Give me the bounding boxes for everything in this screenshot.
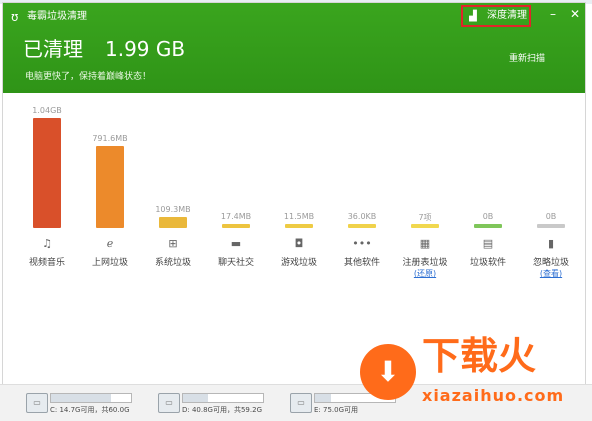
watermark-title: 下载火: [422, 334, 537, 378]
category-bar: [96, 146, 124, 228]
category-name: 游戏垃圾: [280, 258, 317, 268]
drive-info: C: 14.7G可用，共60.0G: [50, 406, 130, 414]
minimize-button[interactable]: –: [550, 7, 556, 21]
category-2[interactable]: 791.6MB ℯ 上网垃圾: [76, 93, 140, 283]
status-subtitle: 电脑更快了，保持着巅峰状态！: [25, 72, 152, 82]
music-icon: ♫: [42, 237, 52, 250]
gamepad-icon: ◘: [294, 237, 304, 250]
category-bar: [285, 224, 313, 228]
drive-usage-fill: [51, 394, 112, 402]
drive-usage-bar: [50, 393, 132, 403]
category-bar: [537, 224, 565, 228]
drive-usage-fill: [315, 394, 331, 402]
header: ʊ 毒霸垃圾清理 ▟ 深度清理 – ✕ 已清理 1.99 GB 电脑更快了，保持…: [3, 3, 585, 93]
drive-2: ▭ D: 40.8G可用，共59.2G: [158, 391, 288, 419]
drive-usage-bar: [182, 393, 264, 403]
category-bar: [411, 224, 439, 228]
category-action-link[interactable]: (查看): [517, 268, 585, 279]
category-name: 注册表垃圾: [402, 258, 448, 268]
rescan-link[interactable]: 重新扫描: [509, 51, 545, 64]
package-icon: ▤: [482, 237, 494, 250]
category-9[interactable]: 0B ▮ 忽略垃圾 (查看): [517, 93, 581, 283]
app-title: 毒霸垃圾清理: [27, 11, 87, 22]
registry-icon: ▦: [419, 237, 431, 250]
category-1[interactable]: 1.04GB ♫ 视频音乐: [13, 93, 77, 283]
category-name: 系统垃圾: [154, 258, 191, 268]
category-bar: [33, 118, 61, 228]
drive-info: D: 40.8G可用，共59.2G: [182, 406, 262, 414]
category-value: 791.6MB: [92, 134, 128, 144]
category-8[interactable]: 0B ▤ 垃圾软件: [454, 93, 518, 283]
category-5[interactable]: 11.5MB ◘ 游戏垃圾: [265, 93, 329, 283]
category-name: 垃圾软件: [469, 258, 506, 268]
drive-usage-fill: [183, 394, 208, 402]
category-bar: [159, 216, 187, 228]
category-bar: [348, 224, 376, 228]
windows-icon: ⊞: [168, 237, 178, 250]
category-name: 视频音乐: [28, 258, 65, 268]
category-value: 109.3MB: [155, 204, 191, 214]
category-name: 其他软件: [343, 258, 380, 268]
category-value: 0B: [545, 212, 557, 221]
category-value: 0B: [482, 212, 494, 221]
category-name: 聊天社交: [217, 258, 254, 268]
dots-icon: •••: [352, 237, 372, 250]
category-name: 上网垃圾: [91, 258, 128, 268]
category-value: 1.04GB: [32, 106, 62, 115]
category-value: 11.5MB: [283, 212, 315, 221]
watermark-url: xiazaihuo.com: [422, 386, 565, 405]
category-4[interactable]: 17.4MB ▬ 聊天社交: [202, 93, 266, 283]
drive-1: ▭ C: 14.7G可用，共60.0G: [26, 391, 156, 419]
category-value: 36.0KB: [347, 212, 377, 221]
hard-drive-icon: ▭: [158, 393, 180, 413]
category-3[interactable]: 109.3MB ⊞ 系统垃圾: [139, 93, 203, 283]
category-7[interactable]: 7项 ▦ 注册表垃圾 (还原): [391, 93, 455, 283]
ie-icon: ℯ: [106, 237, 114, 250]
broom-icon: ▟: [469, 11, 477, 22]
category-action-link[interactable]: (还原): [391, 268, 459, 279]
close-button[interactable]: ✕: [570, 7, 580, 21]
category-bar: [222, 224, 250, 228]
category-name: 忽略垃圾: [532, 258, 569, 268]
cleaned-label: 已清理: [23, 37, 83, 61]
hard-drive-icon: ▭: [26, 393, 48, 413]
hard-drive-icon: ▭: [290, 393, 312, 413]
deep-clean-button[interactable]: ▟ 深度清理: [461, 5, 531, 27]
flame-logo-icon: ⬇: [360, 344, 416, 400]
category-6[interactable]: 36.0KB ••• 其他软件: [328, 93, 392, 283]
deep-clean-label: 深度清理: [487, 10, 527, 21]
chat-icon: ▬: [230, 237, 242, 250]
category-bar: [474, 224, 502, 228]
app-logo-icon: ʊ: [11, 10, 19, 24]
watermark: ⬇ 下载火 xiazaihuo.com: [350, 330, 592, 420]
category-value: 17.4MB: [220, 212, 252, 221]
cleaned-size: 1.99 GB: [105, 37, 186, 61]
trash-icon: ▮: [547, 237, 555, 250]
category-chart: 1.04GB ♫ 视频音乐 791.6MB ℯ 上网垃圾 109.3MB ⊞ 系统垃圾 17.4M…: [3, 93, 585, 293]
category-value: 7项: [418, 213, 432, 222]
